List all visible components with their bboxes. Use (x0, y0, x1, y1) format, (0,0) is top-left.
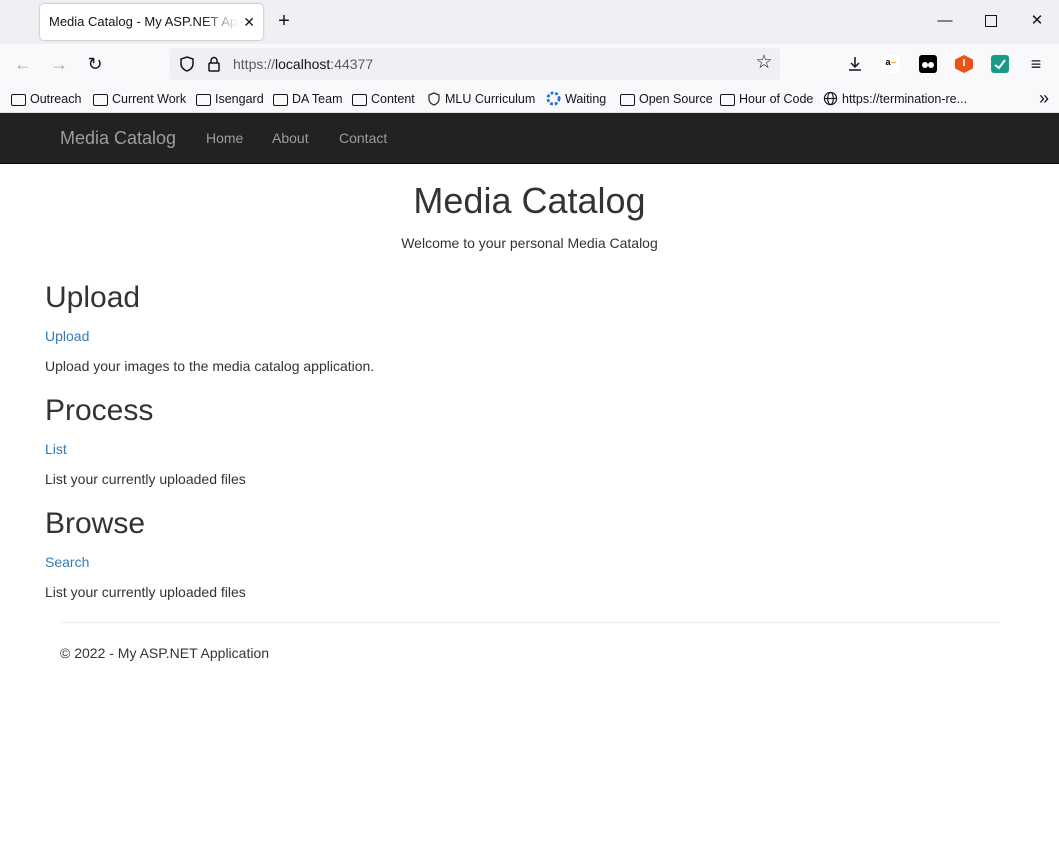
url-text: https://localhost:44377 (233, 56, 374, 72)
browse-heading: Browse (45, 507, 146, 540)
bookmark-hour-of-code[interactable]: Hour of Code (720, 90, 813, 108)
lock-icon[interactable] (205, 55, 223, 73)
nav-home[interactable]: Home (206, 113, 243, 163)
bookmark-waiting[interactable]: Waiting (546, 90, 606, 108)
browse-description: List your currently uploaded files (45, 584, 246, 600)
bookmark-open-source[interactable]: Open Source (620, 90, 713, 108)
i-extension-icon[interactable]: I (955, 55, 973, 73)
folder-icon (93, 94, 108, 106)
address-bar[interactable]: https://localhost:44377 ☆ (170, 48, 780, 80)
folder-icon (11, 94, 26, 106)
spinner-icon (546, 91, 561, 106)
site-brand[interactable]: Media Catalog (60, 113, 176, 163)
process-description: List your currently uploaded files (45, 471, 246, 487)
footer-copyright: © 2022 - My ASP.NET Application (60, 645, 270, 661)
page-subtitle: Welcome to your personal Media Catalog (401, 235, 658, 251)
nav-contact[interactable]: Contact (339, 113, 387, 163)
window-close-icon[interactable]: ✕ (1027, 10, 1047, 32)
tab-title: Media Catalog - My ASP.NET Application (49, 14, 239, 29)
reload-icon[interactable]: ↻ (83, 52, 107, 76)
bookmark-termination[interactable]: https://termination-re... (823, 90, 967, 108)
folder-icon (620, 94, 635, 106)
search-link[interactable]: Search (45, 554, 89, 570)
bookmarks-bar: Outreach Current Work Isengard DA Team C… (0, 84, 1059, 113)
list-link[interactable]: List (45, 441, 67, 457)
upload-description: Upload your images to the media catalog … (45, 358, 375, 374)
bookmark-outreach[interactable]: Outreach (11, 90, 81, 108)
bookmark-star-icon[interactable]: ☆ (754, 53, 774, 73)
bookmark-current-work[interactable]: Current Work (93, 90, 186, 108)
maximize-icon[interactable] (981, 10, 1001, 32)
glasses-extension-icon[interactable] (919, 55, 937, 73)
browser-titlebar: Media Catalog - My ASP.NET Application ✕… (0, 0, 1059, 44)
nav-about[interactable]: About (272, 113, 309, 163)
menu-icon[interactable]: ≡ (1024, 52, 1048, 76)
bookmark-da-team[interactable]: DA Team (273, 90, 343, 108)
tracking-shield-icon[interactable] (178, 55, 196, 73)
site-navbar: Media Catalog Home About Contact (0, 113, 1059, 164)
minimize-icon[interactable]: — (935, 10, 955, 32)
upload-heading: Upload (45, 281, 141, 314)
footer-divider (60, 622, 1000, 623)
folder-icon (720, 94, 735, 106)
page-title: Media Catalog (413, 180, 646, 221)
process-heading: Process (45, 394, 154, 427)
browser-toolbar: ← → ↻ https://localhost:44377 ☆ a⌣ I ≡ (0, 44, 1059, 84)
upload-link[interactable]: Upload (45, 328, 89, 344)
bookmark-content[interactable]: Content (352, 90, 415, 108)
browser-tab[interactable]: Media Catalog - My ASP.NET Application ✕ (40, 4, 263, 40)
globe-icon (823, 91, 838, 106)
back-icon[interactable]: ← (11, 52, 35, 76)
amazon-extension-icon[interactable]: a⌣ (882, 55, 900, 73)
folder-icon (352, 94, 367, 106)
bookmark-isengard[interactable]: Isengard (196, 90, 264, 108)
downloads-icon[interactable] (846, 55, 864, 73)
new-tab-icon[interactable]: + (275, 10, 293, 34)
forward-icon[interactable]: → (47, 52, 71, 76)
shield-icon (428, 92, 440, 106)
more-bookmarks-icon[interactable]: » (1039, 88, 1049, 109)
close-tab-icon[interactable]: ✕ (243, 4, 255, 40)
bookmark-mlu-curriculum[interactable]: MLU Curriculum (427, 90, 535, 108)
folder-icon (196, 94, 211, 106)
folder-icon (273, 94, 288, 106)
check-extension-icon[interactable] (991, 55, 1009, 73)
